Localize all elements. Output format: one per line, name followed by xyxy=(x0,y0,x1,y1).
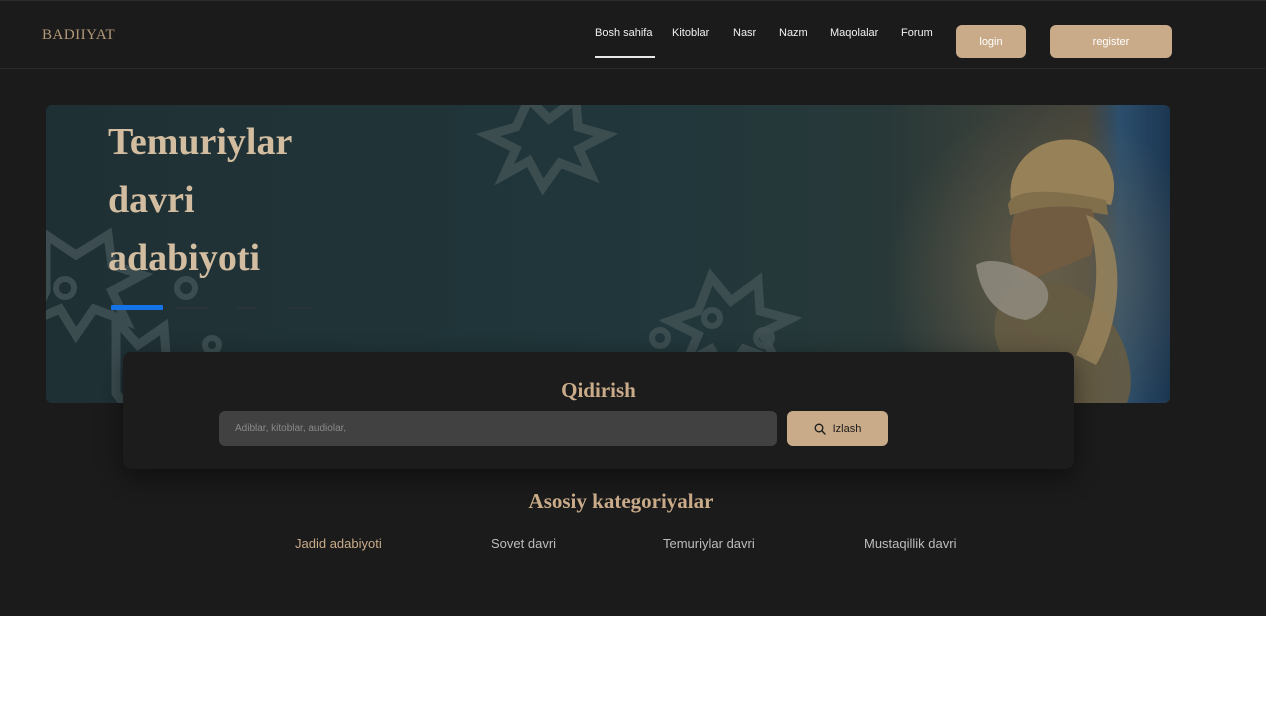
category-temuriylar-davri[interactable]: Temuriylar davri xyxy=(663,536,755,551)
search-panel: Qidirish Izlash xyxy=(123,352,1074,469)
login-button[interactable]: login xyxy=(956,25,1026,58)
nav-item-maqolalar[interactable]: Maqolalar xyxy=(830,27,878,39)
nav-item-kitoblar[interactable]: Kitoblar xyxy=(672,27,709,39)
slider-dot-4[interactable] xyxy=(290,307,310,309)
search-icon xyxy=(814,423,826,435)
nav-item-nazm[interactable]: Nazm xyxy=(779,27,808,39)
slider-dot-2[interactable] xyxy=(175,307,209,309)
slider-dot-3[interactable] xyxy=(236,307,256,309)
nav-item-nasr[interactable]: Nasr xyxy=(733,27,756,39)
hero-title: Temuriylar davri adabiyoti xyxy=(108,113,428,287)
search-button[interactable]: Izlash xyxy=(787,411,888,446)
app-root: BADIIYAT Bosh sahifa Kitoblar Nasr Nazm … xyxy=(0,0,1266,616)
category-jadid-adabiyoti[interactable]: Jadid adabiyoti xyxy=(295,536,382,551)
category-mustaqillik-davri[interactable]: Mustaqillik davri xyxy=(864,536,956,551)
nav-item-bosh-sahifa[interactable]: Bosh sahifa xyxy=(595,27,652,39)
search-input[interactable] xyxy=(219,411,777,446)
search-button-label: Izlash xyxy=(832,422,862,435)
nav-active-indicator xyxy=(595,56,655,58)
site-header: BADIIYAT Bosh sahifa Kitoblar Nasr Nazm … xyxy=(0,1,1266,69)
nav-item-forum[interactable]: Forum xyxy=(901,27,933,39)
register-button[interactable]: register xyxy=(1050,25,1172,58)
hero-title-line: adabiyoti xyxy=(108,237,261,279)
search-title: Qidirish xyxy=(561,378,636,402)
category-sovet-davri[interactable]: Sovet davri xyxy=(491,536,556,551)
site-logo[interactable]: BADIIYAT xyxy=(42,27,115,44)
hero-title-line: Temuriylar xyxy=(108,121,293,163)
categories-title: Asosiy kategoriyalar xyxy=(528,489,714,513)
slider-dot-1[interactable] xyxy=(111,305,163,310)
hero-title-line: davri xyxy=(108,179,195,221)
